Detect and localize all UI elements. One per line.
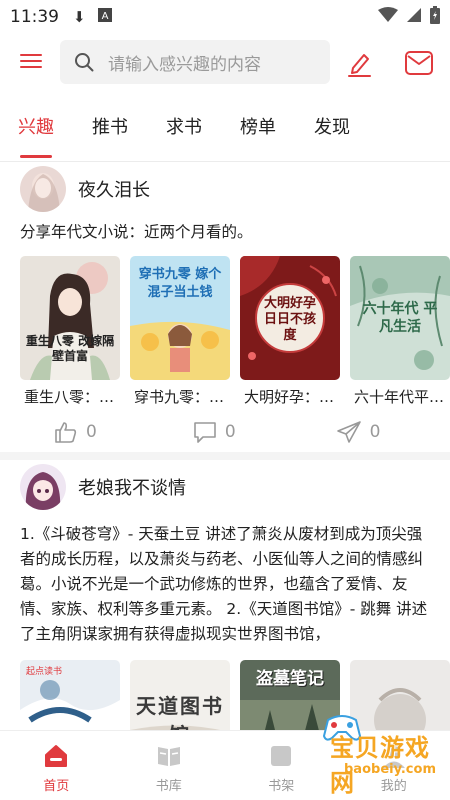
- divider: [0, 161, 450, 162]
- post-card[interactable]: 老娘我不谈情 1.《斗破苍穹》- 天蚕土豆 讲述了萧炎从废材到成为顶尖强者的成长…: [0, 462, 450, 750]
- top-header: 请输入感兴趣的内容: [0, 38, 450, 88]
- thumbs-up-icon: [55, 422, 77, 443]
- post-text: 分享年代文小说：近两个月看的。: [20, 223, 253, 241]
- like-count: 0: [86, 422, 97, 442]
- nav-label: 书架: [268, 779, 295, 794]
- book-cover-text: 大明好孕 日日不孩度: [263, 296, 316, 343]
- download-icon: ⬇: [73, 8, 86, 26]
- book-item[interactable]: 穿书九零 嫁个混子当土钱 穿书九零：…: [130, 256, 230, 407]
- book-title: 大明好孕：…: [244, 388, 335, 406]
- tab-ranking[interactable]: 榜单: [240, 100, 276, 156]
- status-time: 11:39: [10, 7, 59, 27]
- category-tabs: 兴趣 推书 求书 榜单 发现: [0, 100, 450, 160]
- book-cover: 大明好孕 日日不孩度: [240, 256, 340, 380]
- search-placeholder: 请输入感兴趣的内容: [108, 54, 261, 75]
- comment-icon: [194, 422, 216, 443]
- profile-icon: [382, 746, 405, 768]
- book-list: 重生八零 改嫁隔壁首富 重生八零：… 穿书九零 嫁个混子当土钱 穿书九零：… 大…: [0, 256, 450, 407]
- menu-icon[interactable]: [18, 50, 44, 74]
- home-icon: [45, 745, 68, 767]
- nav-library[interactable]: 书库: [113, 731, 226, 800]
- avatar[interactable]: [20, 166, 66, 212]
- section-divider: [0, 452, 450, 460]
- book-cover-text: 起点读书: [26, 667, 63, 677]
- post-card[interactable]: 夜久泪长 分享年代文小说：近两个月看的。 重生八零 改嫁隔壁首富 重生八零：…: [0, 164, 450, 447]
- book-item[interactable]: 重生八零 改嫁隔壁首富 重生八零：…: [20, 256, 120, 407]
- mail-icon[interactable]: [404, 50, 434, 76]
- comment-count: 0: [224, 422, 236, 442]
- share-count: 0: [369, 422, 381, 442]
- search-input[interactable]: 请输入感兴趣的内容: [60, 40, 330, 84]
- tab-request[interactable]: 求书: [166, 100, 202, 156]
- book-item[interactable]: 六十年代 平凡生活 六十年代平…: [350, 256, 450, 407]
- like-button[interactable]: 0: [54, 420, 97, 444]
- nav-profile[interactable]: 我的: [338, 731, 450, 800]
- book-cover-text: 盗墓笔记: [256, 669, 324, 689]
- nav-label: 我的: [380, 779, 407, 794]
- book-item[interactable]: 大明好孕 日日不孩度 大明好孕：…: [240, 256, 340, 407]
- tab-discover[interactable]: 发现: [314, 100, 350, 156]
- tab-recommend[interactable]: 推书: [92, 100, 128, 156]
- book-cover: 穿书九零 嫁个混子当土钱: [130, 256, 230, 380]
- bottom-navigation: 首页 书库 书架 我的: [0, 730, 450, 800]
- post-text: 1.《斗破苍穹》- 天蚕土豆 讲述了萧炎从废材到成为顶尖强者的成长历程，以及萧炎…: [20, 525, 428, 643]
- share-icon: [336, 421, 361, 443]
- status-bar: 11:39 ⬇ A: [0, 0, 450, 34]
- avatar[interactable]: [20, 464, 66, 510]
- share-button[interactable]: 0: [336, 420, 381, 444]
- post-actions: 0 0 0: [0, 417, 450, 447]
- nav-label: 首页: [43, 779, 70, 794]
- comment-button[interactable]: 0: [193, 421, 236, 443]
- book-cover-text: 穿书九零 嫁个混子当土钱: [138, 267, 222, 300]
- book-title: 重生八零：…: [24, 388, 115, 406]
- book-cover-text: 六十年代 平凡生活: [362, 301, 438, 335]
- book-title: 六十年代平…: [354, 388, 445, 406]
- book-title: 穿书九零：…: [134, 388, 225, 406]
- book-cover: 重生八零 改嫁隔壁首富: [20, 256, 120, 380]
- book-cover: 六十年代 平凡生活: [350, 256, 450, 380]
- nav-label: 书库: [155, 779, 182, 794]
- app-notification-icon: A: [97, 8, 112, 26]
- nav-bookshelf[interactable]: 书架: [225, 731, 338, 800]
- tab-interest[interactable]: 兴趣: [18, 100, 54, 158]
- bookshelf-icon: [271, 746, 292, 766]
- search-icon: [75, 53, 94, 72]
- wifi-icon: [378, 7, 398, 27]
- author-name[interactable]: 夜久泪长: [78, 176, 150, 202]
- battery-icon: [430, 6, 440, 28]
- book-cover-text: 重生八零 改嫁隔壁首富: [25, 334, 115, 363]
- author-name[interactable]: 老娘我不谈情: [78, 474, 186, 500]
- book-icon: [157, 747, 180, 766]
- nav-home[interactable]: 首页: [0, 731, 113, 800]
- signal-icon: [406, 7, 422, 27]
- svg-text:A: A: [101, 11, 108, 22]
- edit-icon[interactable]: [344, 48, 374, 78]
